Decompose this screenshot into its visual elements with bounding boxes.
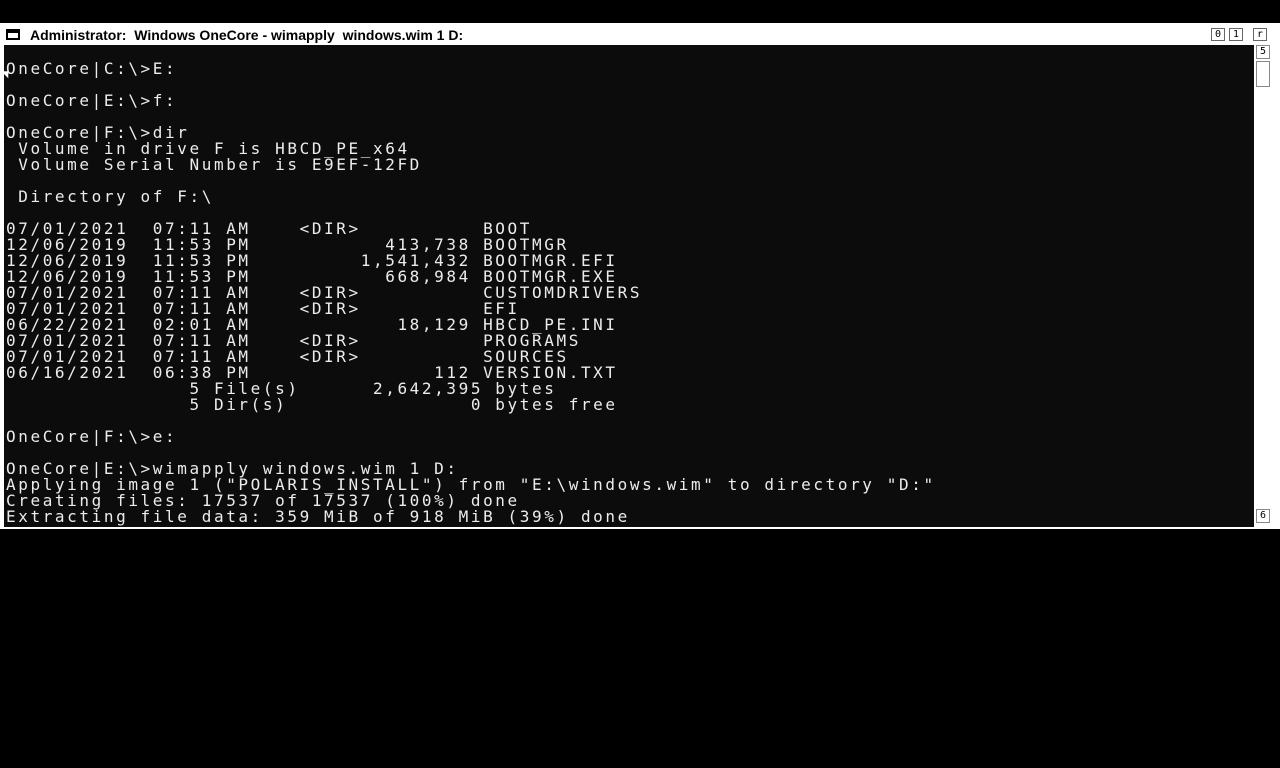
title-bar[interactable]: Administrator: Windows OneCore - wimappl… [0, 23, 1280, 45]
window-title: Administrator: Windows OneCore - wimappl… [30, 27, 464, 43]
scroll-thumb[interactable] [1256, 61, 1270, 87]
console-line: OneCore|F:\>e: [6, 427, 178, 446]
console-line: Directory of F:\ [6, 187, 214, 206]
scroll-down-arrow-icon[interactable]: 6 [1256, 509, 1270, 523]
scroll-up-arrow-icon[interactable]: 5 [1256, 45, 1270, 59]
maximize-button[interactable]: 1 [1229, 28, 1243, 41]
desktop: Administrator: Windows OneCore - wimappl… [0, 0, 1280, 768]
console-line: Extracting file data: 359 MiB of 918 MiB… [6, 507, 630, 526]
console-line: 5 Dir(s) 0 bytes free [6, 395, 618, 414]
console-output[interactable]: OneCore|C:\>E: OneCore|E:\>f: OneCore|F:\>… [4, 45, 1254, 527]
console-line: Volume Serial Number is E9EF-12FD [6, 155, 422, 174]
vertical-scrollbar[interactable]: 5 6 [1256, 45, 1272, 527]
console-line: OneCore|C:\>E: [6, 59, 178, 78]
close-button[interactable]: r [1253, 28, 1267, 41]
console-window[interactable]: Administrator: Windows OneCore - wimappl… [0, 23, 1280, 529]
console-line: OneCore|E:\>f: [6, 91, 178, 110]
minimize-button[interactable]: 0 [1211, 28, 1225, 41]
console-window-icon[interactable] [6, 29, 20, 40]
console-text: OneCore|C:\>E: OneCore|E:\>f: OneCore|F:\>… [6, 45, 936, 525]
